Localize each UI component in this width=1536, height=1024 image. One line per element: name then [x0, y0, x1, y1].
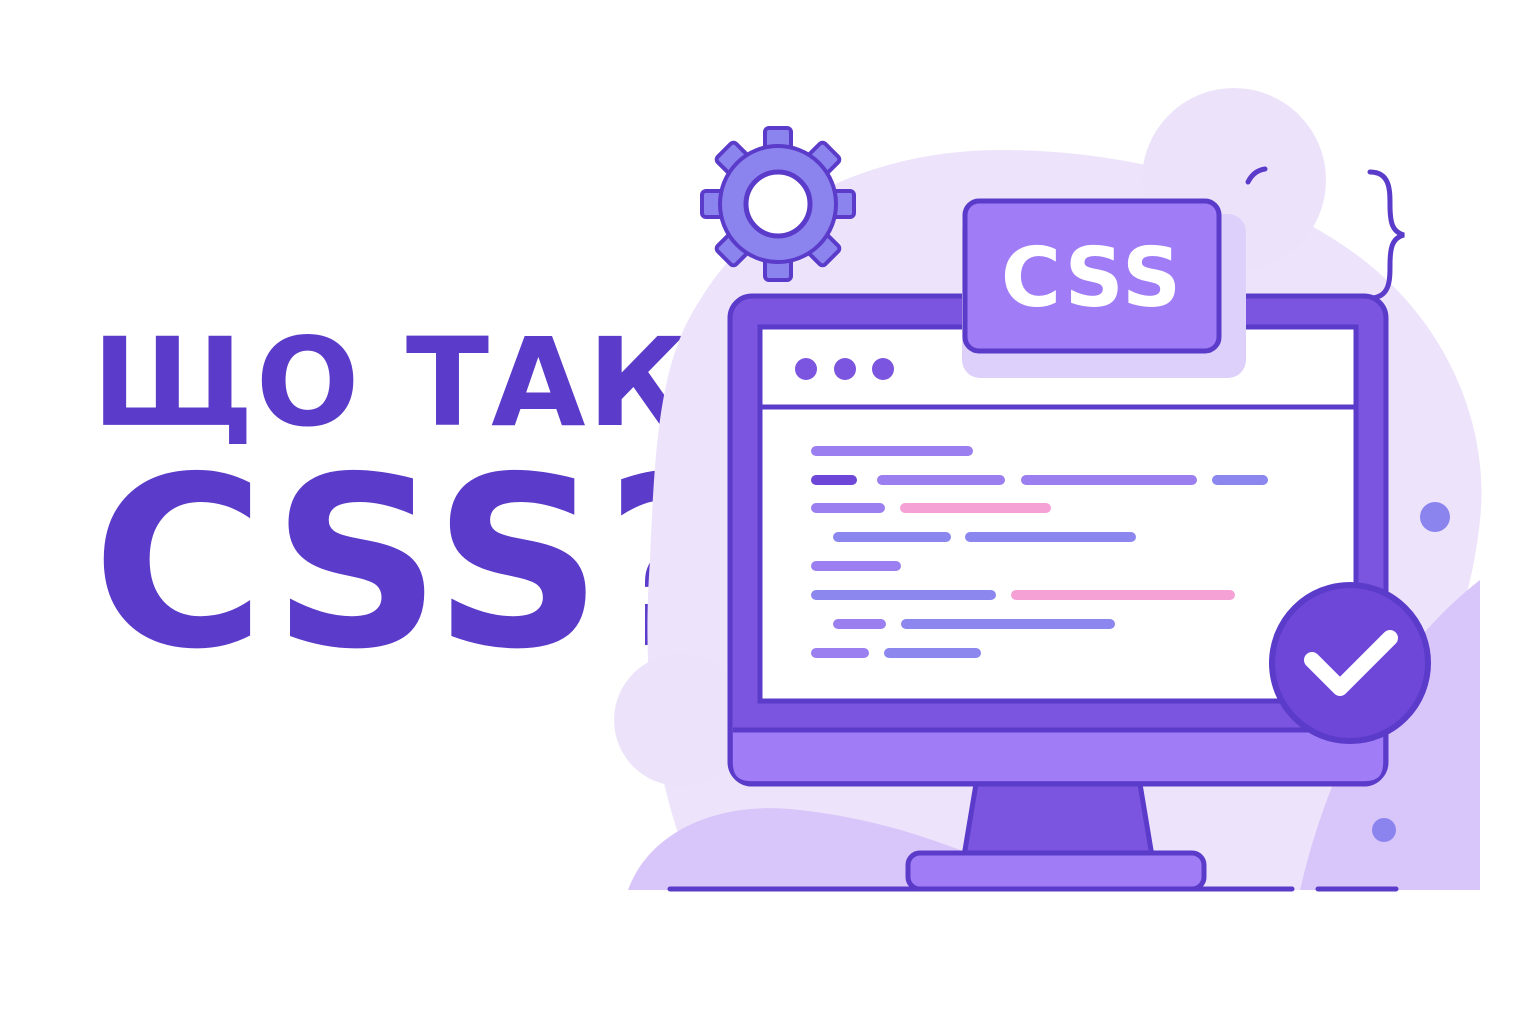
- background-circle-left: [614, 654, 746, 786]
- gear-icon: [700, 126, 856, 282]
- decor-dot-bottom-right: [1372, 818, 1396, 842]
- decor-dot-right: [1420, 502, 1450, 532]
- css-badge-label: CSS: [1001, 231, 1183, 326]
- monitor-screen: [757, 324, 1359, 704]
- monitor-stand-neck: [961, 781, 1155, 859]
- monitor-chin: [733, 730, 1383, 781]
- illustration: CSS: [614, 88, 1482, 892]
- check-badge: [1269, 582, 1431, 744]
- css-badge: CSS: [962, 198, 1246, 378]
- monitor-stand-base: [905, 850, 1207, 892]
- window-dots-icon: [795, 358, 894, 380]
